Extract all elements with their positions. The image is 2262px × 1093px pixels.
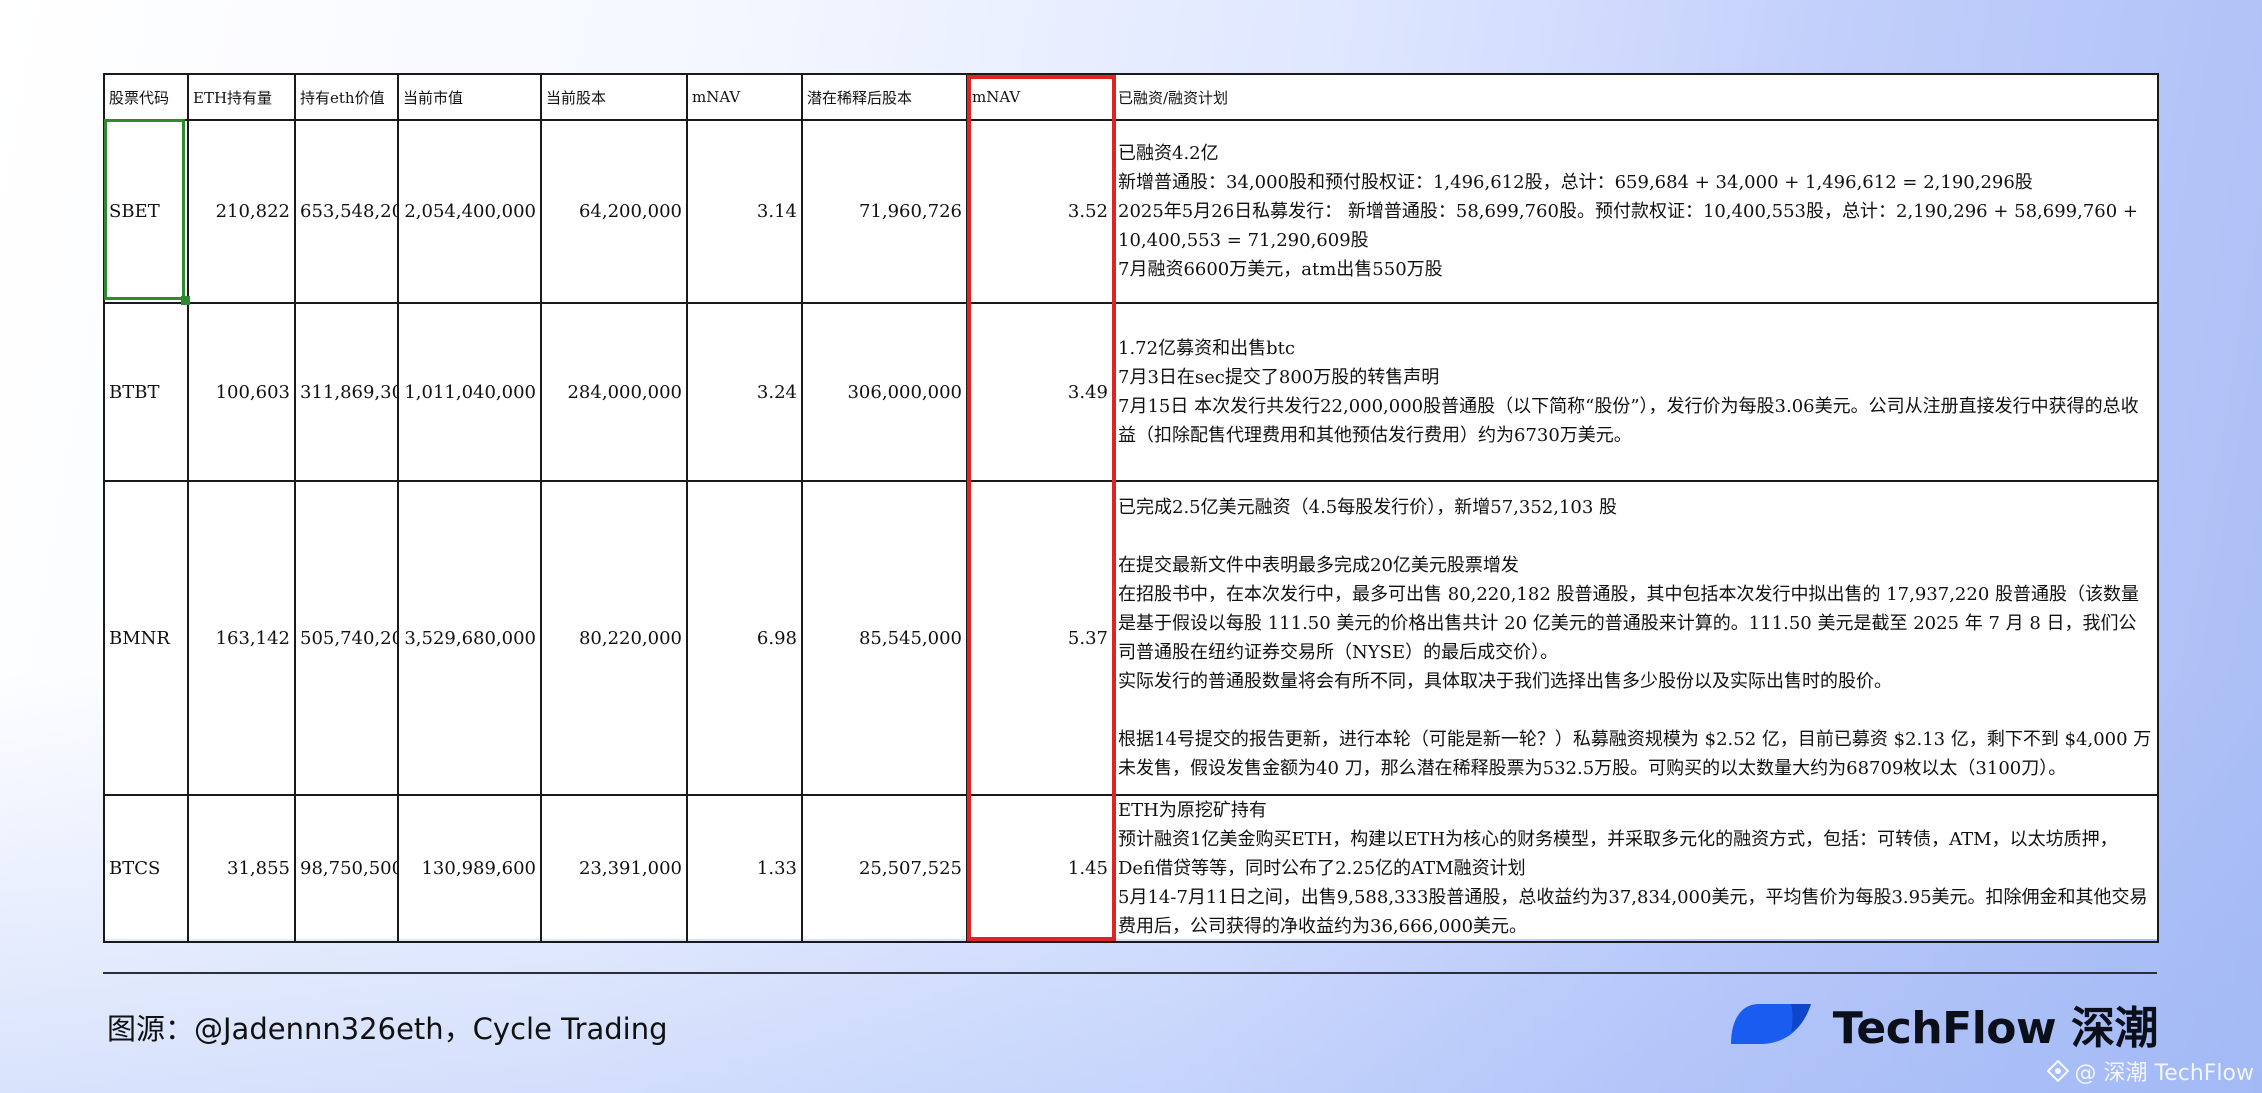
brand-name: TechFlow 深潮	[1832, 1003, 2159, 1054]
financing-note: 7月融资6600万美元，atm出售550万股	[1118, 259, 1443, 280]
financing-note: 7月15日 本次发行共发行22,000,000股普通股（以下简称“股份”），发行…	[1118, 396, 2139, 446]
financing-note: 1.72亿募资和出售btc	[1118, 338, 1295, 359]
shares-cell[interactable]: 64,200,000	[540, 119, 688, 304]
eth-value-cell[interactable]: 311,869,300	[294, 302, 399, 482]
shares-cell[interactable]: 80,220,000	[540, 480, 688, 796]
financing-cell[interactable]: 已完成2.5亿美元融资（4.5每股发行价），新增57,352,103 股 在提交…	[1112, 480, 2159, 796]
col-financing-header: 已融资/融资计划	[1112, 73, 2159, 121]
image-source-credit: 图源：@Jadennn326eth，Cycle Trading	[107, 1012, 668, 1046]
table-row: BMNR 163,142 505,740,200 3,529,680,000 8…	[103, 480, 2159, 796]
col-shares-header: 当前股本	[540, 73, 688, 121]
diamond-icon	[2046, 1060, 2069, 1082]
header-row: 股票代码 ETH持有量 持有eth价值 当前市值 当前股本 mNAV 潜在稀释后…	[103, 73, 2159, 121]
diluted-shares-cell[interactable]: 71,960,726	[801, 119, 968, 304]
col-eth-value-header: 持有eth价值	[294, 73, 399, 121]
diluted-shares-cell[interactable]: 306,000,000	[801, 302, 968, 482]
market-cap-cell[interactable]: 1,011,040,000	[397, 302, 542, 482]
table-row: BTBT 100,603 311,869,300 1,011,040,000 2…	[103, 302, 2159, 482]
financing-note: 在招股书中，在本次发行中，最多可出售 80,220,182 股普通股，其中包括本…	[1118, 584, 2140, 663]
diluted-shares-cell[interactable]: 25,507,525	[801, 794, 968, 943]
financing-note: 5月14-7月11日之间，出售9,588,333股普通股，总收益约为37,834…	[1118, 887, 2148, 937]
table-row: SBET 210,822 653,548,200 2,054,400,000 6…	[103, 119, 2159, 304]
mnav-cell[interactable]: 3.14	[686, 119, 803, 304]
mnav-diluted-cell[interactable]: 3.49	[966, 302, 1114, 482]
eth-value-cell[interactable]: 653,548,200	[294, 119, 399, 304]
note-spacer	[1118, 522, 2153, 551]
techflow-mark-icon	[1730, 1004, 1811, 1044]
shares-cell[interactable]: 23,391,000	[540, 794, 688, 943]
col-ticker-header: 股票代码	[103, 73, 189, 121]
financing-cell[interactable]: 1.72亿募资和出售btc 7月3日在sec提交了800万股的转售声明 7月15…	[1112, 302, 2159, 482]
financing-note: 在提交最新文件中表明最多完成20亿美元股票增发	[1118, 555, 1519, 576]
ticker-cell[interactable]: BTBT	[103, 302, 189, 482]
footer-divider	[103, 972, 2157, 974]
ticker-cell[interactable]: SBET	[103, 119, 189, 304]
eth-holdings-cell[interactable]: 163,142	[187, 480, 296, 796]
eth-holdings-cell[interactable]: 100,603	[187, 302, 296, 482]
col-mnav-diluted-header: mNAV	[966, 73, 1114, 121]
shares-cell[interactable]: 284,000,000	[540, 302, 688, 482]
mnav-diluted-cell[interactable]: 1.45	[966, 794, 1114, 943]
financing-note: 根据14号提交的报告更新，进行本轮（可能是新一轮？）私募融资规模为 $2.52 …	[1118, 729, 2152, 779]
eth-value-cell[interactable]: 98,750,500	[294, 794, 399, 943]
spreadsheet: 股票代码 ETH持有量 持有eth价值 当前市值 当前股本 mNAV 潜在稀释后…	[103, 73, 2159, 943]
market-cap-cell[interactable]: 2,054,400,000	[397, 119, 542, 304]
ticker-cell[interactable]: BTCS	[103, 794, 189, 943]
col-market-cap-header: 当前市值	[397, 73, 542, 121]
eth-treasury-table: 股票代码 ETH持有量 持有eth价值 当前市值 当前股本 mNAV 潜在稀释后…	[103, 73, 2159, 943]
eth-holdings-cell[interactable]: 210,822	[187, 119, 296, 304]
market-cap-cell[interactable]: 130,989,600	[397, 794, 542, 943]
financing-note: ETH为原挖矿持有	[1118, 800, 1267, 821]
table-row: BTCS 31,855 98,750,500 130,989,600 23,39…	[103, 794, 2159, 943]
note-spacer	[1118, 696, 2153, 725]
financing-note: 2025年5月26日私募发行： 新增普通股：58,699,760股。预付款权证：…	[1118, 201, 2139, 251]
diluted-shares-cell[interactable]: 85,545,000	[801, 480, 968, 796]
eth-value-cell[interactable]: 505,740,200	[294, 480, 399, 796]
fill-handle[interactable]	[181, 296, 190, 305]
watermark-text: @ 深潮 TechFlow	[2074, 1061, 2254, 1086]
ticker-cell[interactable]: BMNR	[103, 480, 189, 796]
mnav-cell[interactable]: 1.33	[686, 794, 803, 943]
eth-holdings-cell[interactable]: 31,855	[187, 794, 296, 943]
financing-note: 新增普通股：34,000股和预付股权证：1,496,612股，总计：659,68…	[1118, 172, 2033, 193]
col-eth-holdings-header: ETH持有量	[187, 73, 296, 121]
mnav-diluted-cell[interactable]: 3.52	[966, 119, 1114, 304]
col-diluted-shares-header: 潜在稀释后股本	[801, 73, 968, 121]
watermark: @ 深潮 TechFlow	[2046, 1055, 2254, 1087]
financing-note: 实际发行的普通股数量将会有所不同，具体取决于我们选择出售多少股份以及实际出售时的…	[1118, 671, 1892, 692]
financing-note: 已融资4.2亿	[1118, 143, 1219, 164]
financing-cell[interactable]: 已融资4.2亿 新增普通股：34,000股和预付股权证：1,496,612股，总…	[1112, 119, 2159, 304]
mnav-cell[interactable]: 6.98	[686, 480, 803, 796]
financing-note: 7月3日在sec提交了800万股的转售声明	[1118, 367, 1440, 388]
mnav-diluted-cell[interactable]: 5.37	[966, 480, 1114, 796]
market-cap-cell[interactable]: 3,529,680,000	[397, 480, 542, 796]
financing-cell[interactable]: ETH为原挖矿持有 预计融资1亿美金购买ETH，构建以ETH为核心的财务模型，并…	[1112, 794, 2159, 943]
financing-note: 预计融资1亿美金购买ETH，构建以ETH为核心的财务模型，并采取多元化的融资方式…	[1118, 829, 2118, 879]
col-mnav-header: mNAV	[686, 73, 803, 121]
techflow-logo: TechFlow 深潮	[1729, 996, 2159, 1054]
financing-note: 已完成2.5亿美元融资（4.5每股发行价），新增57,352,103 股	[1118, 497, 1618, 518]
mnav-cell[interactable]: 3.24	[686, 302, 803, 482]
